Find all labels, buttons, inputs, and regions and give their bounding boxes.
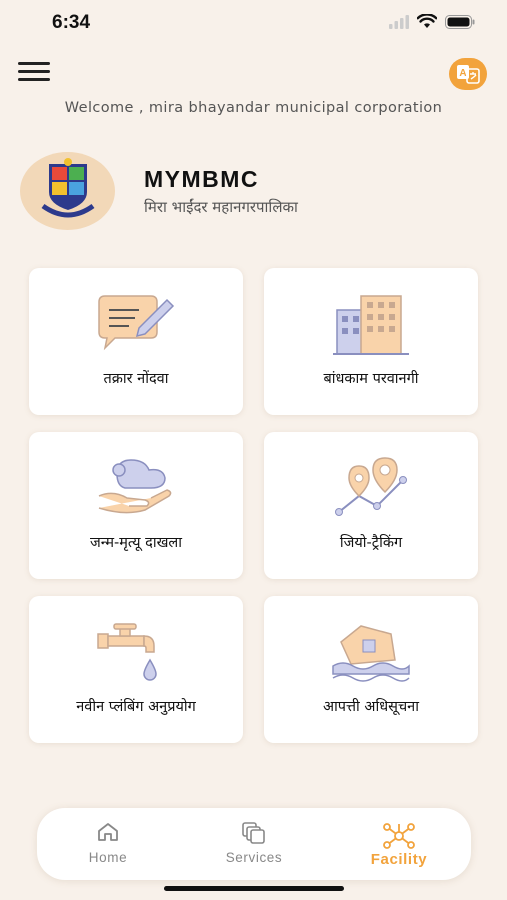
status-time: 6:34	[52, 12, 91, 33]
wifi-icon	[417, 14, 437, 28]
bottom-nav: Home Services Facility	[37, 808, 471, 880]
card-label: नवीन प्लंबिंग अनुप्रयोग	[76, 699, 196, 715]
menu-button[interactable]	[18, 62, 50, 86]
card-register-complaint[interactable]: तक्रार नोंदवा	[29, 268, 243, 415]
disaster-icon	[332, 625, 410, 682]
birth-death-icon	[98, 459, 172, 514]
battery-icon	[445, 14, 475, 29]
app-subtitle: मिरा भाईंदर महानगरपालिका	[144, 198, 298, 216]
nav-services-label: Services	[225, 850, 283, 865]
card-label: आपत्ती अधिसूचना	[322, 699, 419, 715]
card-building-permission[interactable]: बांधकाम परवानगी	[264, 268, 478, 415]
card-geo-tracking[interactable]: जियो-ट्रैकिंग	[264, 432, 478, 579]
home-icon	[98, 823, 118, 841]
card-label: तक्रार नोंदवा	[103, 371, 169, 387]
translate-icon: A	[457, 65, 480, 84]
building-icon	[333, 295, 409, 355]
language-switch-button[interactable]: A	[449, 58, 487, 90]
app-title: MYMBMC	[144, 166, 260, 192]
card-label: बांधकाम परवानगी	[323, 371, 419, 387]
card-birth-death-certificate[interactable]: जन्म-मृत्यू दाखला	[29, 432, 243, 579]
welcome-text: Welcome , mira bhayandar municipal corpo…	[64, 100, 443, 116]
svg-text:A: A	[459, 68, 466, 79]
nav-facility-label: Facility	[370, 851, 428, 868]
geo-tracking-icon	[335, 457, 407, 516]
nav-facility[interactable]: Facility	[339, 808, 459, 880]
card-label: जियो-ट्रैकिंग	[339, 535, 403, 551]
cellular-signal-icon	[389, 14, 409, 29]
plumbing-tap-icon	[97, 623, 157, 681]
nav-services[interactable]: Services	[194, 808, 314, 880]
services-icon	[242, 822, 265, 844]
nav-home[interactable]: Home	[48, 808, 168, 880]
mbmc-logo	[20, 152, 115, 230]
home-indicator	[164, 886, 344, 891]
status-icons	[389, 14, 475, 29]
status-bar: 6:34	[0, 0, 507, 48]
card-label: जन्म-मृत्यू दाखला	[89, 535, 183, 551]
nav-home-label: Home	[88, 850, 128, 865]
card-new-plumbing-application[interactable]: नवीन प्लंबिंग अनुप्रयोग	[29, 596, 243, 743]
hamburger-icon	[18, 62, 50, 65]
complaint-icon	[98, 295, 175, 351]
card-disaster-notification[interactable]: आपत्ती अधिसूचना	[264, 596, 478, 743]
facility-icon	[383, 823, 415, 849]
